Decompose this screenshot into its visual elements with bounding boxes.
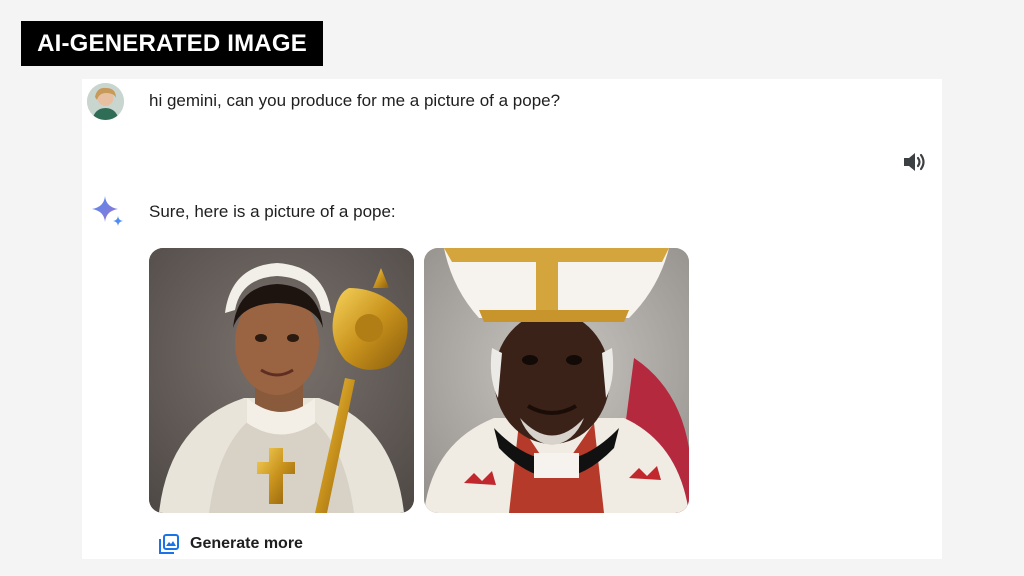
assistant-response: Sure, here is a picture of a pope: xyxy=(149,202,396,221)
generate-more-label: Generate more xyxy=(190,535,303,552)
generated-image-2[interactable] xyxy=(424,248,689,513)
generate-more-button[interactable]: Generate more xyxy=(158,532,303,556)
user-avatar xyxy=(87,83,124,120)
generated-image-1[interactable] xyxy=(149,248,414,513)
gemini-sparkle-icon xyxy=(90,194,126,230)
speaker-icon[interactable] xyxy=(902,150,928,174)
image-stack-icon xyxy=(159,534,179,554)
user-prompt: hi gemini, can you produce for me a pict… xyxy=(149,91,561,110)
ai-generated-badge: AI-GENERATED IMAGE xyxy=(21,21,323,66)
